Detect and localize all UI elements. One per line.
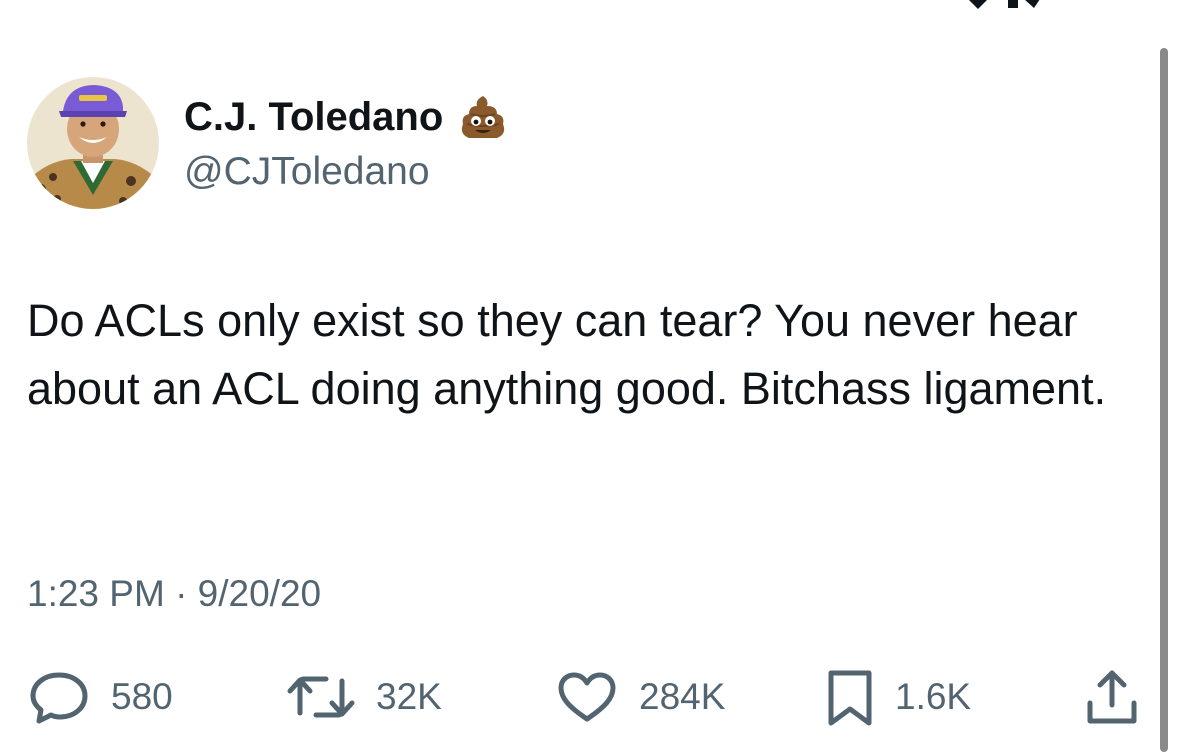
like-button[interactable]: 284K	[555, 665, 725, 729]
heart-icon	[555, 669, 619, 725]
reply-button[interactable]: 580	[27, 665, 173, 729]
author-handle[interactable]: @CJToledano	[184, 150, 430, 194]
tweet-action-bar: 580 32K 284K 1.6K	[0, 665, 1160, 729]
share-button[interactable]	[1084, 665, 1140, 729]
tweet-timestamp[interactable]: 1:23 PM · 9/20/20	[27, 573, 321, 615]
retweet-button[interactable]: 32K	[286, 665, 442, 729]
display-name-text[interactable]: C.J. Toledano	[184, 95, 443, 140]
scrollbar[interactable]	[1160, 48, 1168, 752]
retweet-icon	[286, 669, 356, 725]
author-display-name[interactable]: C.J. Toledano	[184, 94, 507, 140]
like-count: 284K	[639, 676, 726, 717]
reply-icon	[27, 669, 91, 725]
retweet-count: 32K	[376, 676, 442, 717]
share-icon	[1084, 667, 1140, 727]
tweet-text: Do ACLs only exist so they can tear? You…	[27, 295, 1107, 414]
reply-count: 580	[111, 676, 173, 717]
bookmark-count: 1.6K	[895, 676, 972, 717]
bookmark-icon	[825, 667, 875, 727]
pile-of-poo-icon	[459, 94, 507, 140]
bookmark-button[interactable]: 1.6K	[825, 665, 971, 729]
tweet-detail-view: C.J. Toledano @CJToledano Do ACLs only e…	[0, 0, 1179, 752]
avatar[interactable]	[27, 77, 159, 209]
header-glyph-fragment	[962, 0, 1042, 10]
